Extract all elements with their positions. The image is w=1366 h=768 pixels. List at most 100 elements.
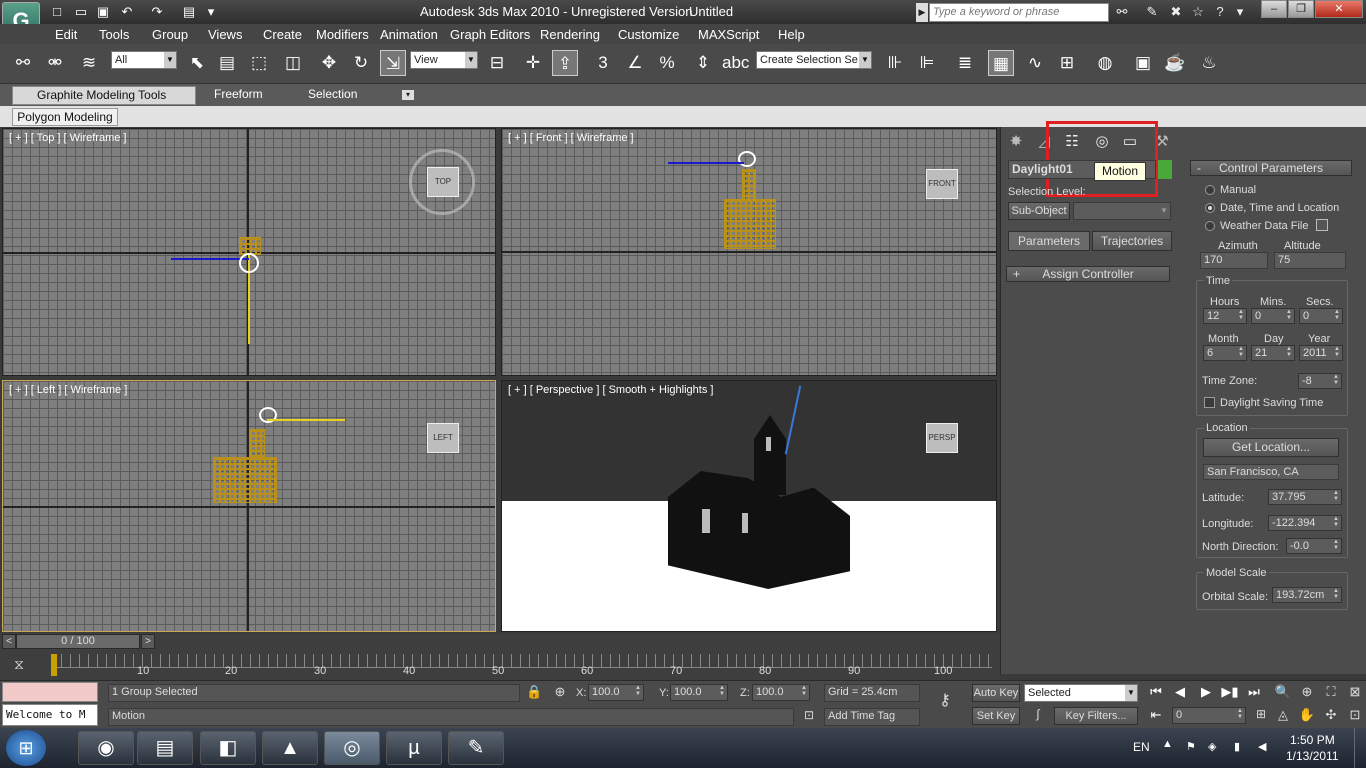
undo-icon[interactable]: ↶ <box>118 3 136 21</box>
show-desktop-button[interactable] <box>1354 728 1366 768</box>
tab-freeform[interactable]: Freeform <box>214 87 263 101</box>
sub-object-button[interactable]: Sub-Object <box>1008 202 1070 220</box>
viewcube[interactable]: PERSP <box>926 423 958 453</box>
zoom-all-icon[interactable]: ⊕ <box>1298 684 1316 702</box>
date-time-location-radio[interactable] <box>1205 203 1215 213</box>
rectangular-selection-icon[interactable]: ⬚ <box>246 50 272 76</box>
favorites-star-icon[interactable]: ☆ <box>1188 3 1208 21</box>
selection-lock-icon[interactable]: 🔒 <box>526 684 542 702</box>
percent-snap-icon[interactable]: % <box>654 50 680 76</box>
daylight-saving-checkbox[interactable] <box>1204 397 1215 408</box>
search-expand-icon[interactable]: ▶ <box>916 3 928 22</box>
move-icon[interactable]: ✥ <box>316 50 342 76</box>
paint-taskbar-icon[interactable]: ✎ <box>448 731 504 765</box>
utorrent-taskbar-icon[interactable]: µ <box>386 731 442 765</box>
help-dropdown-icon[interactable]: ▾ <box>1230 3 1250 21</box>
weather-data-file-radio[interactable] <box>1205 221 1215 231</box>
viewcube[interactable]: LEFT <box>427 423 459 453</box>
tab-graphite-modeling-tools[interactable]: Graphite Modeling Tools <box>12 86 196 105</box>
viewport-front[interactable]: [ + ] [ Front ] [ Wireframe ] FRONT <box>501 128 997 376</box>
play-icon[interactable]: ▶ <box>1196 684 1216 702</box>
field-of-view-icon[interactable]: ◬ <box>1274 707 1292 725</box>
network-icon[interactable]: ⚑ <box>1186 740 1200 754</box>
time-slider[interactable]: 0 / 100 <box>16 634 140 649</box>
time-zone-spinner[interactable]: -8 <box>1298 373 1342 389</box>
selection-filter-select[interactable]: All ▼ <box>111 51 177 69</box>
menu-customize[interactable]: Customize <box>618 27 679 42</box>
viewport-perspective-label[interactable]: [ + ] [ Perspective ] [ Smooth + Highlig… <box>508 384 713 396</box>
render-setup-icon[interactable]: ▣ <box>1130 50 1156 76</box>
y-spinner[interactable]: 100.0 <box>670 684 728 701</box>
church-model-left[interactable] <box>213 457 277 503</box>
zoom-extents-all-icon[interactable]: ⊠ <box>1346 684 1364 702</box>
schematic-view-icon[interactable]: ⊞ <box>1054 50 1080 76</box>
key-mode-toggle-icon[interactable]: ⇤ <box>1146 707 1166 725</box>
tab-selection[interactable]: Selection <box>308 87 357 101</box>
menu-create[interactable]: Create <box>263 27 302 42</box>
add-time-tag-field[interactable]: Add Time Tag <box>824 708 920 726</box>
key-tangent-icon[interactable]: ∫ <box>1026 707 1050 725</box>
daylight-compass-icon[interactable] <box>239 253 259 273</box>
daylight-sun-icon[interactable] <box>738 151 756 167</box>
create-tab-icon[interactable]: ✸ <box>1006 132 1026 152</box>
auto-key-button[interactable]: Auto Key <box>972 684 1020 702</box>
time-slider-prev-button[interactable]: < <box>2 634 16 649</box>
scale-icon[interactable]: ⇲ <box>380 50 406 76</box>
pan-hand-icon[interactable]: ✋ <box>1298 707 1316 725</box>
clock-time[interactable]: 1:50 PM <box>1290 733 1335 747</box>
communication-icon[interactable]: ✖ <box>1166 3 1186 21</box>
latitude-spinner[interactable]: 37.795 <box>1268 489 1342 505</box>
day-spinner[interactable]: 21 <box>1251 345 1295 361</box>
tools-icon[interactable]: ✎ <box>1142 3 1162 21</box>
orbital-scale-spinner[interactable]: 193.72cm <box>1272 587 1342 603</box>
binoculars-icon[interactable]: ⚯ <box>1112 3 1132 21</box>
bind-space-warp-icon[interactable]: ≋ <box>76 50 102 76</box>
church-model-front[interactable] <box>724 199 776 249</box>
year-spinner[interactable]: 2011 <box>1299 345 1343 361</box>
render-production-icon[interactable]: ♨ <box>1196 50 1222 76</box>
clock-date[interactable]: 1/13/2011 <box>1286 749 1339 763</box>
key-mode-select[interactable]: Selected ▼ <box>1024 684 1138 702</box>
menu-tools[interactable]: Tools <box>99 27 129 42</box>
menu-animation[interactable]: Animation <box>380 27 438 42</box>
quick-access-dropdown-icon[interactable]: ▾ <box>202 3 220 21</box>
key-filters-button[interactable]: Key Filters... <box>1054 707 1138 725</box>
zoom-icon[interactable]: 🔍 <box>1274 684 1292 702</box>
sub-object-dropdown[interactable]: ▼ <box>1073 202 1171 220</box>
named-selection-select[interactable]: Create Selection Se ▼ <box>756 51 872 69</box>
z-spinner[interactable]: 100.0 <box>752 684 810 701</box>
orbit-icon[interactable]: ✣ <box>1322 707 1340 725</box>
3ds-max-taskbar-icon[interactable]: ◎ <box>324 731 380 765</box>
mins-spinner[interactable]: 0 <box>1251 308 1295 324</box>
parameters-button[interactable]: Parameters <box>1008 231 1090 251</box>
language-indicator[interactable]: EN <box>1133 740 1150 754</box>
layer-manager-icon[interactable]: ≣ <box>952 50 978 76</box>
action-center-icon[interactable]: ◈ <box>1208 740 1222 754</box>
vlc-taskbar-icon[interactable]: ▲ <box>262 731 318 765</box>
reference-coordinate-select[interactable]: View ▼ <box>410 51 478 69</box>
maximize-viewport-icon[interactable]: ⊡ <box>1346 707 1364 725</box>
viewport-front-label[interactable]: [ + ] [ Front ] [ Wireframe ] <box>508 132 634 144</box>
spinner-snap-icon[interactable]: ⇕ <box>690 50 716 76</box>
absolute-mode-icon[interactable]: ⊕ <box>552 684 568 702</box>
viewcube[interactable]: FRONT <box>926 169 958 199</box>
angle-snap-icon[interactable]: ∠ <box>622 50 648 76</box>
close-button[interactable]: ✕ <box>1315 0 1363 18</box>
maximize-button[interactable]: ❐ <box>1288 0 1314 18</box>
chrome-taskbar-icon[interactable]: ◉ <box>78 731 134 765</box>
minimize-button[interactable]: – <box>1261 0 1287 18</box>
menu-rendering[interactable]: Rendering <box>540 27 600 42</box>
align-icon[interactable]: ⊫ <box>914 50 940 76</box>
pivot-center-icon[interactable]: ⊟ <box>484 50 510 76</box>
keyboard-shortcut-override-icon[interactable]: ⇪ <box>552 50 578 76</box>
select-object-icon[interactable]: ⬉ <box>184 50 210 76</box>
menu-maxscript[interactable]: MAXScript <box>698 27 759 42</box>
x-spinner[interactable]: 100.0 <box>588 684 644 701</box>
open-file-icon[interactable]: ▭ <box>72 3 90 21</box>
new-file-icon[interactable]: □ <box>48 3 66 21</box>
month-spinner[interactable]: 6 <box>1203 345 1247 361</box>
current-frame-spinner[interactable]: 0 <box>1172 707 1246 724</box>
go-to-end-icon[interactable]: ⏭ <box>1244 684 1264 702</box>
manual-radio[interactable] <box>1205 185 1215 195</box>
menu-modifiers[interactable]: Modifiers <box>316 27 369 42</box>
